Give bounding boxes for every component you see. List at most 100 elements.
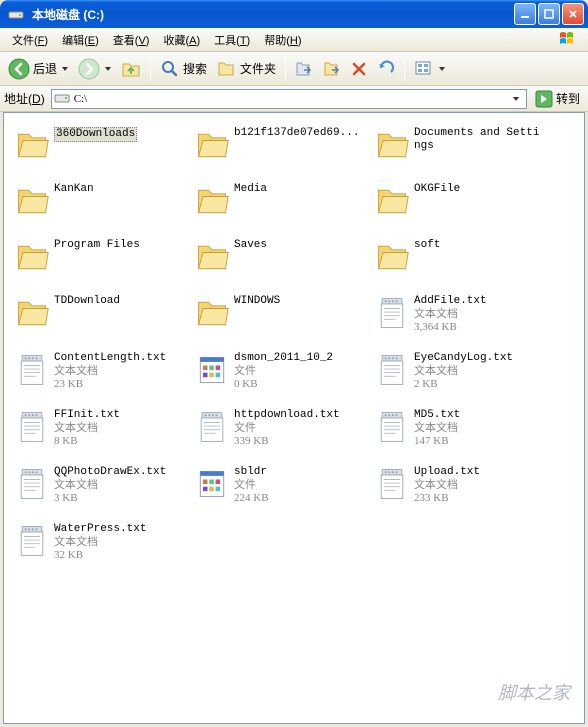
folder-item[interactable]: Media	[190, 179, 370, 223]
forward-button[interactable]	[74, 56, 115, 82]
file-size: 3,364 KB	[414, 321, 487, 334]
file-item[interactable]: httpdownload.txt 文件339 KB	[190, 405, 370, 450]
maximize-button[interactable]	[538, 3, 560, 25]
folder-icon	[12, 181, 52, 221]
folder-item[interactable]: WINDOWS	[190, 291, 370, 336]
file-kind: 文本文档	[54, 536, 146, 549]
file-size: 23 KB	[54, 378, 166, 391]
close-button[interactable]	[562, 3, 584, 25]
folder-icon	[12, 237, 52, 277]
app-icon	[192, 464, 232, 504]
folder-item[interactable]: Program Files	[10, 235, 190, 279]
views-button[interactable]	[410, 57, 449, 81]
chevron-down-icon	[62, 67, 68, 71]
minimize-button[interactable]	[514, 3, 536, 25]
item-name: b121f137de07ed69...	[234, 127, 359, 140]
txt-icon	[12, 407, 52, 447]
delete-button[interactable]	[347, 59, 371, 79]
file-item[interactable]: EyeCandyLog.txt 文本文档2 KB	[370, 348, 550, 393]
windows-logo-icon	[552, 29, 586, 49]
item-name: EyeCandyLog.txt	[414, 352, 513, 365]
folder-icon	[372, 125, 412, 165]
search-button[interactable]: 搜索	[156, 57, 211, 81]
txt-icon	[372, 293, 412, 333]
app-icon	[192, 350, 232, 390]
txt-icon	[372, 350, 412, 390]
file-item[interactable]: dsmon_2011_10_2 文件0 KB	[190, 348, 370, 393]
chevron-down-icon	[439, 67, 445, 71]
watermark: 脚本之家	[498, 679, 570, 705]
forward-icon	[78, 58, 100, 80]
folder-icon	[192, 237, 232, 277]
folders-button[interactable]: 文件夹	[213, 57, 280, 81]
file-item[interactable]: sbldr 文件224 KB	[190, 462, 370, 507]
txt-icon	[12, 350, 52, 390]
file-item[interactable]: FFInit.txt 文本文档8 KB	[10, 405, 190, 450]
undo-button[interactable]	[373, 58, 399, 80]
folder-icon	[372, 181, 412, 221]
file-kind: 文本文档	[414, 308, 487, 321]
back-button[interactable]: 后退	[4, 56, 72, 82]
txt-icon	[372, 407, 412, 447]
folder-item[interactable]: KanKan	[10, 179, 190, 223]
file-kind: 文件	[234, 479, 269, 492]
folder-icon	[192, 293, 232, 333]
item-name: soft	[414, 239, 440, 252]
file-size: 32 KB	[54, 549, 146, 562]
file-item[interactable]: QQPhotoDrawEx.txt 文本文档3 KB	[10, 462, 190, 507]
folder-icon	[192, 181, 232, 221]
folder-item[interactable]: b121f137de07ed69...	[190, 123, 370, 167]
file-list-pane[interactable]: 360Downloads b121f137de07ed69... Documen…	[3, 112, 585, 724]
go-button[interactable]: 转到	[531, 88, 584, 110]
folder-icon	[192, 125, 232, 165]
folder-item[interactable]: TDDownload	[10, 291, 190, 336]
txt-icon	[12, 464, 52, 504]
file-size: 339 KB	[234, 435, 340, 448]
item-name: QQPhotoDrawEx.txt	[54, 466, 166, 479]
menu-tools[interactable]: 工具(T)	[208, 30, 256, 50]
folder-item[interactable]: 360Downloads	[10, 123, 190, 167]
drive-icon	[54, 93, 70, 105]
file-size: 3 KB	[54, 492, 166, 505]
copy-to-icon	[323, 60, 341, 78]
up-button[interactable]	[117, 57, 145, 81]
item-name: Documents and Settings	[414, 127, 544, 153]
file-item[interactable]: AddFile.txt 文本文档3,364 KB	[370, 291, 550, 336]
item-name: OKGFile	[414, 183, 460, 196]
file-item[interactable]: WaterPress.txt 文本文档32 KB	[10, 519, 190, 564]
undo-icon	[377, 60, 395, 78]
file-item[interactable]: ContentLength.txt 文本文档23 KB	[10, 348, 190, 393]
file-kind: 文件	[234, 422, 340, 435]
item-name: MD5.txt	[414, 409, 460, 422]
menu-favorites[interactable]: 收藏(A)	[157, 30, 206, 50]
item-name: Upload.txt	[414, 466, 480, 479]
item-name: sbldr	[234, 466, 269, 479]
menu-help[interactable]: 帮助(H)	[258, 30, 307, 50]
file-size: 147 KB	[414, 435, 460, 448]
menu-view[interactable]: 查看(V)	[107, 30, 156, 50]
move-to-icon	[295, 60, 313, 78]
move-to-button[interactable]	[291, 58, 317, 80]
folder-item[interactable]: OKGFile	[370, 179, 550, 223]
menu-file[interactable]: 文件(F)	[6, 30, 54, 50]
file-kind: 文本文档	[414, 422, 460, 435]
file-item[interactable]: MD5.txt 文本文档147 KB	[370, 405, 550, 450]
address-dropdown[interactable]	[508, 90, 524, 108]
folder-icon	[372, 237, 412, 277]
menu-edit[interactable]: 编辑(E)	[56, 30, 105, 50]
file-kind: 文本文档	[54, 479, 166, 492]
item-name: FFInit.txt	[54, 409, 120, 422]
file-size: 0 KB	[234, 378, 333, 391]
folder-item[interactable]: Documents and Settings	[370, 123, 550, 167]
views-icon	[414, 59, 434, 79]
folder-item[interactable]: Saves	[190, 235, 370, 279]
file-size: 224 KB	[234, 492, 269, 505]
address-input[interactable]: C:\	[51, 89, 527, 109]
titlebar: 本地磁盘 (C:)	[0, 0, 588, 28]
item-name: KanKan	[54, 183, 94, 196]
folder-item[interactable]: soft	[370, 235, 550, 279]
file-size: 2 KB	[414, 378, 513, 391]
file-item[interactable]: Upload.txt 文本文档233 KB	[370, 462, 550, 507]
item-name: TDDownload	[54, 295, 120, 308]
copy-to-button[interactable]	[319, 58, 345, 80]
